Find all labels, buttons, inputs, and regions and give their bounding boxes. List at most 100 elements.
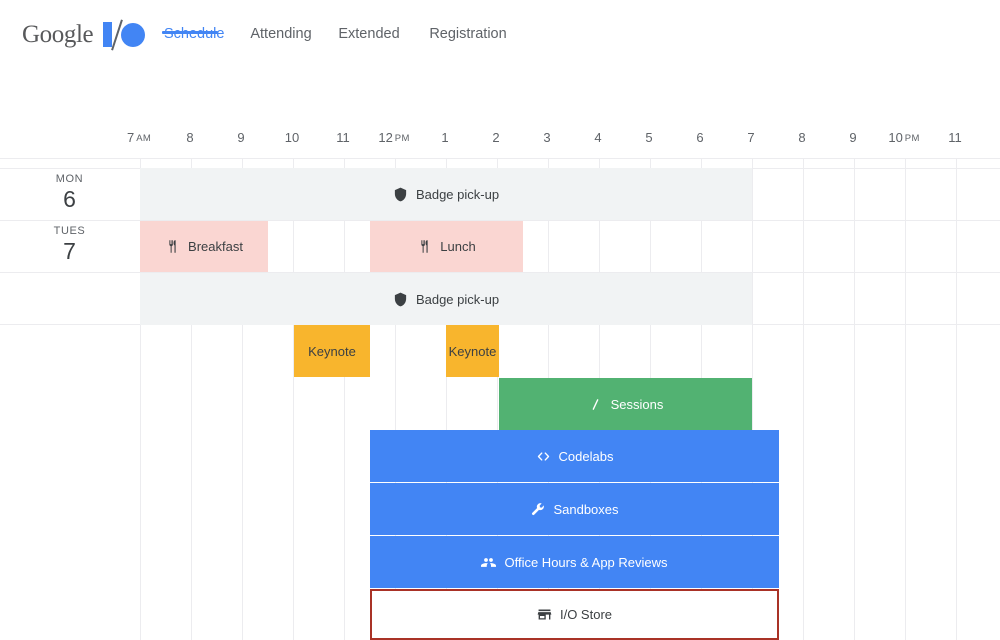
tab-registration[interactable]: Registration: [424, 0, 512, 42]
google-io-logo[interactable]: Google: [22, 16, 146, 52]
people-icon: [481, 555, 496, 570]
time-tick-hour: 6: [696, 130, 703, 145]
event-title: Keynote: [308, 345, 356, 358]
time-tick-5: 5: [645, 130, 652, 146]
grid-vline: [803, 158, 804, 640]
time-tick-10-pm: 10PM: [888, 130, 919, 147]
io-circle-shape: [121, 23, 145, 47]
time-tick-hour: 2: [492, 130, 499, 145]
fork-knife-icon: [417, 239, 432, 254]
schedule-page: Google Schedule Attending Extended Regis: [0, 0, 1000, 640]
time-tick-hour: 8: [186, 130, 193, 145]
day-weekday: MON: [0, 172, 139, 186]
event-block-badge-pick-up[interactable]: Badge pick-up: [140, 273, 752, 325]
event-title: Badge pick-up: [416, 188, 499, 201]
time-tick-hour: 7: [127, 130, 134, 145]
tab-extended[interactable]: Extended: [336, 0, 402, 42]
time-tick-hour: 12: [378, 130, 392, 145]
io-bar-shape: [103, 22, 112, 47]
time-tick-8: 8: [186, 130, 193, 146]
time-tick-meridiem: PM: [905, 133, 920, 144]
time-tick-hour: 9: [237, 130, 244, 145]
day-number: 7: [0, 238, 139, 264]
time-tick-8: 8: [798, 130, 805, 146]
event-block-sessions[interactable]: Sessions: [499, 378, 752, 430]
time-tick-6: 6: [696, 130, 703, 146]
event-title: Lunch: [440, 240, 475, 253]
tab-underline: [336, 31, 402, 34]
grid-vline: [293, 158, 294, 640]
store-icon: [537, 607, 552, 622]
google-wordmark: Google: [22, 22, 93, 47]
tab-registration-label: Registration: [424, 26, 512, 42]
time-tick-12-pm: 12PM: [378, 130, 409, 147]
event-block-sandboxes[interactable]: Sandboxes: [370, 483, 779, 535]
grid-vline: [854, 158, 855, 640]
time-tick-2: 2: [492, 130, 499, 146]
time-tick-hour: 7: [747, 130, 754, 145]
day-label-tues-7[interactable]: TUES7: [0, 224, 139, 264]
time-tick-1: 1: [441, 130, 448, 146]
grid-vline: [905, 158, 906, 640]
time-tick-hour: 4: [594, 130, 601, 145]
time-tick-9: 9: [237, 130, 244, 146]
fork-knife-icon: [165, 239, 180, 254]
slash-icon: [588, 397, 603, 412]
grid-hline: [0, 158, 1000, 159]
event-title: Sandboxes: [553, 503, 618, 516]
event-block-i-o-store[interactable]: I/O Store: [370, 589, 779, 640]
tab-extended-label: Extended: [336, 26, 402, 42]
event-title: Sessions: [611, 398, 664, 411]
grid-vline: [344, 158, 345, 640]
tab-schedule[interactable]: Schedule: [162, 0, 218, 42]
time-tick-hour: 11: [336, 130, 350, 145]
event-title: Office Hours & App Reviews: [504, 556, 667, 569]
code-brackets-icon: [536, 449, 551, 464]
time-tick-11: 11: [948, 130, 962, 146]
day-weekday: TUES: [0, 224, 139, 238]
time-tick-hour: 11: [948, 130, 962, 145]
time-tick-hour: 10: [285, 130, 299, 145]
main-navigation: Schedule Attending Extended Registration: [162, 0, 512, 70]
time-tick-hour: 5: [645, 130, 652, 145]
tab-attending[interactable]: Attending: [246, 0, 316, 42]
schedule-grid: MON6 TUES7 Badge pick-up Breakfast Lunch Bad…: [0, 158, 1000, 640]
time-tick-meridiem: AM: [136, 133, 151, 144]
shield-check-icon: [393, 187, 408, 202]
tab-underline: [246, 31, 316, 34]
time-tick-hour: 9: [849, 130, 856, 145]
event-title: Breakfast: [188, 240, 243, 253]
event-block-badge-pick-up[interactable]: Badge pick-up: [140, 168, 752, 220]
grid-vline: [956, 158, 957, 640]
shield-check-icon: [393, 292, 408, 307]
event-block-office-hours-app-reviews[interactable]: Office Hours & App Reviews: [370, 536, 779, 588]
time-tick-hour: 3: [543, 130, 550, 145]
tab-schedule-label: Schedule: [162, 26, 218, 42]
time-tick-10: 10: [285, 130, 299, 146]
time-tick-4: 4: [594, 130, 601, 146]
event-title: I/O Store: [560, 608, 612, 621]
app-header: Google Schedule Attending Extended Regis: [0, 0, 1000, 70]
wrench-icon: [530, 502, 545, 517]
event-block-codelabs[interactable]: Codelabs: [370, 430, 779, 482]
time-tick-7: 7: [747, 130, 754, 146]
event-block-keynote[interactable]: Keynote: [446, 325, 499, 377]
event-block-keynote[interactable]: Keynote: [294, 325, 370, 377]
time-tick-hour: 1: [441, 130, 448, 145]
day-label-mon-6[interactable]: MON6: [0, 172, 139, 212]
time-tick-7-am: 7AM: [127, 130, 151, 147]
time-tick-meridiem: PM: [395, 133, 410, 144]
tab-attending-label: Attending: [246, 26, 316, 42]
time-tick-9: 9: [849, 130, 856, 146]
tab-active-underline: [162, 31, 218, 34]
tab-underline: [424, 31, 512, 34]
event-title: Codelabs: [559, 450, 614, 463]
time-tick-11: 11: [336, 130, 350, 146]
event-block-lunch[interactable]: Lunch: [370, 221, 523, 272]
event-block-breakfast[interactable]: Breakfast: [140, 221, 268, 272]
time-tick-3: 3: [543, 130, 550, 146]
event-title: Keynote: [449, 345, 497, 358]
time-tick-hour: 8: [798, 130, 805, 145]
time-tick-hour: 10: [888, 130, 902, 145]
time-axis: 7AM89101112PM12345678910PM11: [0, 130, 1000, 158]
